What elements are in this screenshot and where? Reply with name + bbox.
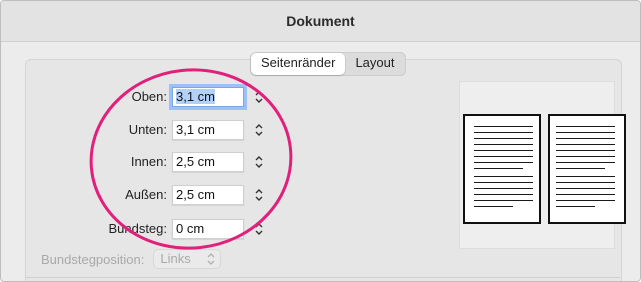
gutter-label: Bundsteg: <box>108 221 167 236</box>
inside-margin-field[interactable]: 2,5 cm <box>172 152 244 172</box>
document-dialog: Dokument Seitenränder Layout Oben: 3,1 c… <box>0 0 641 282</box>
gutter-position-popup[interactable]: Links <box>153 249 222 269</box>
top-margin-label: Oben: <box>131 89 167 104</box>
outside-margin-stepper[interactable] <box>252 184 266 206</box>
gutter-position-row: Bundstegposition: Links <box>41 247 222 271</box>
stepper-arrows-icon <box>255 124 263 136</box>
bottom-margin-stepper[interactable] <box>252 119 266 141</box>
top-margin-stepper[interactable] <box>252 86 266 108</box>
inside-margin-label: Innen: <box>130 154 167 169</box>
gutter-position-label: Bundstegposition: <box>41 251 145 267</box>
popup-chevron-icon <box>207 253 215 265</box>
outside-margin-label: Außen: <box>125 187 167 202</box>
bottom-divider <box>25 277 620 278</box>
stepper-arrows-icon <box>255 223 263 235</box>
top-margin-field[interactable]: 3,1 cm <box>172 87 244 107</box>
stepper-arrows-icon <box>255 156 263 168</box>
tab-layout[interactable]: Layout <box>345 53 404 75</box>
margin-row-gutter: Bundsteg: 0 cm <box>1 217 263 241</box>
outside-margin-field[interactable]: 2,5 cm <box>172 185 244 205</box>
top-margin-value: 3,1 cm <box>176 89 216 104</box>
bottom-margin-field[interactable]: 3,1 cm <box>172 120 244 140</box>
window-title: Dokument <box>286 13 355 29</box>
titlebar: Dokument <box>1 1 640 42</box>
margin-row-outside: Außen: 2,5 cm <box>1 183 263 207</box>
tab-margins[interactable]: Seitenränder <box>251 53 346 75</box>
margin-row-inside: Innen: 2,5 cm <box>1 150 263 174</box>
inside-margin-stepper[interactable] <box>252 151 266 173</box>
stepper-arrows-icon <box>255 189 263 201</box>
gutter-position-value: Links <box>160 251 191 266</box>
margin-row-bottom: Unten: 3,1 cm <box>1 118 263 142</box>
tab-bar: Seitenränder Layout <box>250 52 406 76</box>
margin-row-top: Oben: 3,1 cm <box>1 85 263 109</box>
gutter-stepper[interactable] <box>252 218 266 240</box>
page-preview <box>459 81 626 249</box>
left-page-preview <box>463 114 541 224</box>
right-page-preview <box>548 114 626 224</box>
bottom-margin-label: Unten: <box>128 122 167 137</box>
stepper-arrows-icon <box>255 91 263 103</box>
gutter-field[interactable]: 0 cm <box>172 219 244 239</box>
